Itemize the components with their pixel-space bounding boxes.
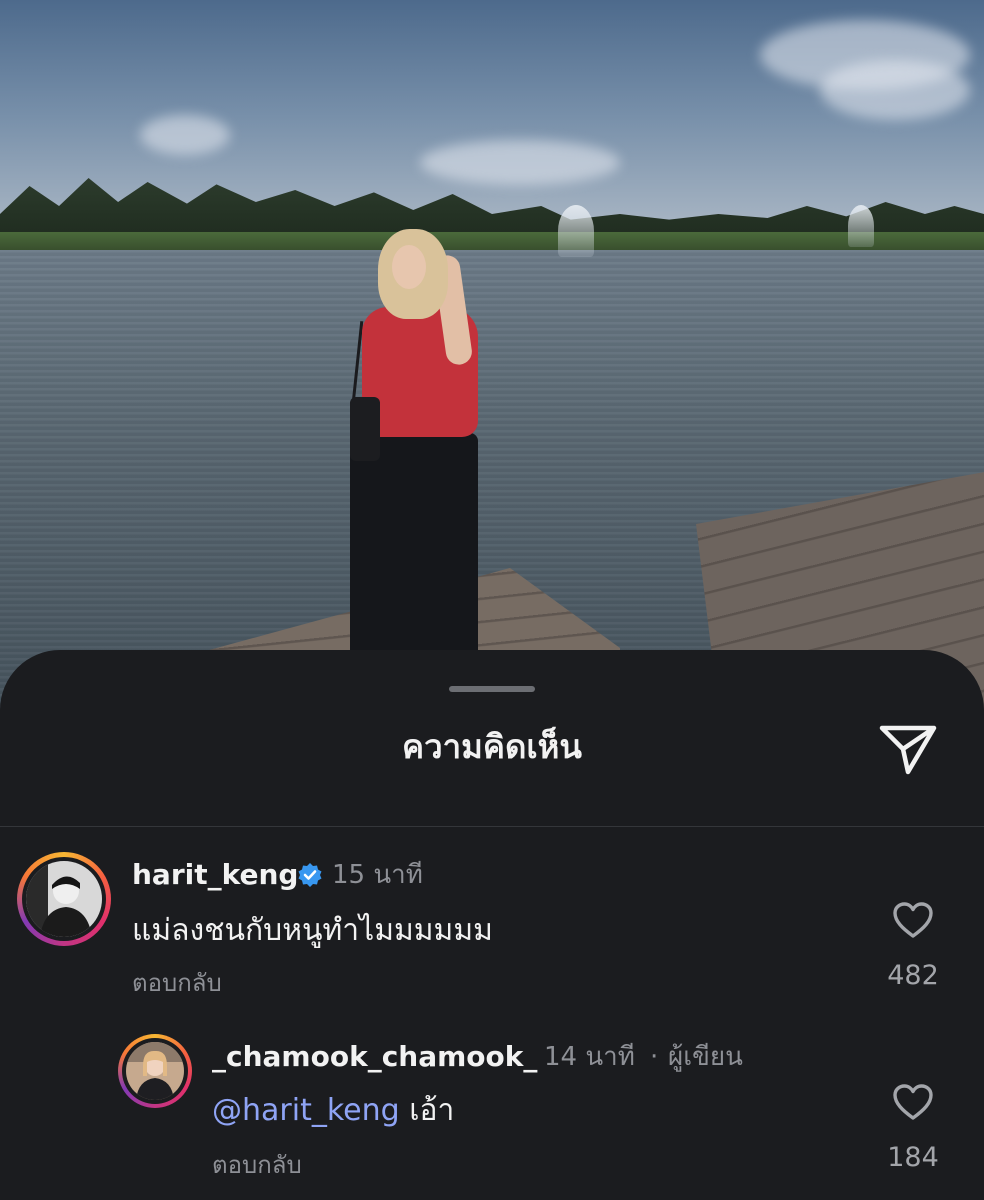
woman-figure	[340, 225, 520, 655]
mention-link[interactable]: @harit_keng	[212, 1093, 400, 1128]
profile-photo-woman	[126, 1042, 184, 1100]
comment-username[interactable]: harit_keng	[132, 856, 298, 894]
paper-plane-icon	[879, 725, 937, 775]
reply-button[interactable]: ตอบกลับ	[212, 1148, 302, 1182]
like-heart-icon[interactable]	[892, 1083, 934, 1121]
post-photo	[0, 0, 984, 760]
fountain	[848, 205, 874, 247]
avatar[interactable]	[17, 852, 111, 946]
like-count: 482	[887, 960, 939, 991]
cloud	[420, 140, 620, 185]
reply-button[interactable]: ตอบกลับ	[132, 966, 222, 1000]
sheet-title: ความคิดเห็น	[402, 727, 582, 766]
comment-username[interactable]: _chamook_chamook_	[212, 1038, 537, 1076]
comment-timestamp: 15 นาที	[332, 860, 423, 890]
share-button[interactable]	[878, 720, 940, 778]
verified-badge-icon	[298, 863, 322, 887]
comment-text: แม่ลงชนกับหนูทำไมมมมมม	[132, 913, 493, 948]
author-label: ผู้เขียน	[668, 1042, 743, 1072]
like-count: 184	[887, 1142, 939, 1173]
comment-text-body: เอ้า	[409, 1093, 455, 1128]
sheet-drag-handle[interactable]	[449, 686, 535, 692]
cloud	[820, 60, 970, 120]
meta-separator: ·	[650, 1042, 659, 1072]
handbag	[350, 397, 380, 461]
sheet-divider	[0, 826, 984, 827]
fountain	[558, 205, 594, 257]
profile-photo-man	[26, 861, 102, 937]
avatar[interactable]	[118, 1034, 192, 1108]
comment-timestamp: 14 นาที	[544, 1042, 635, 1072]
like-heart-icon[interactable]	[892, 901, 934, 939]
cloud	[140, 115, 230, 155]
comment-text: @harit_keng เอ้า	[212, 1090, 454, 1132]
